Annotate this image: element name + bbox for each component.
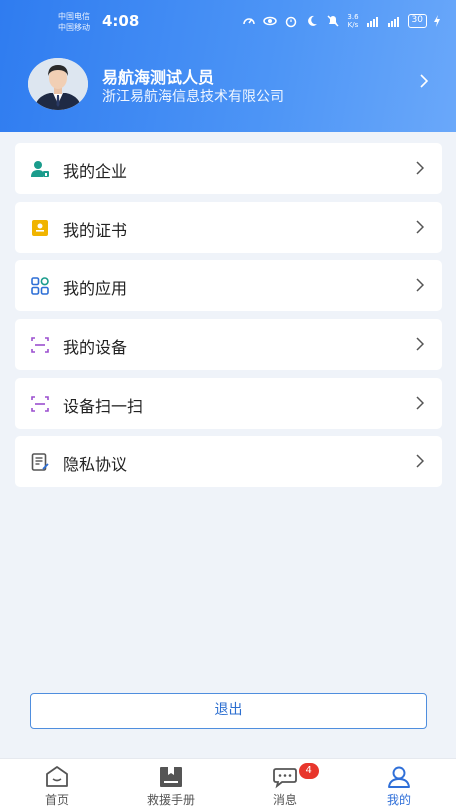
eye-icon [263, 16, 278, 26]
menu-label: 我的设备 [63, 338, 128, 358]
chevron-right-icon [416, 454, 424, 468]
net-speed: 3.6 K/s [347, 13, 359, 29]
chevron-right-icon [416, 278, 424, 292]
clock: 4:08 [102, 12, 140, 30]
unread-badge: 4 [298, 763, 319, 779]
carrier-2: 中国移动 [58, 23, 90, 32]
chevron-right-icon [416, 161, 424, 175]
mute-bell-icon [327, 15, 339, 27]
manual-icon [160, 767, 182, 787]
menu-list: 我的企业 我的证书 我的应用 我的设备 设备扫一扫 隐私协议 [15, 143, 442, 495]
profile-card[interactable]: 易航海测试人员 浙江易航海信息技术有限公司 [28, 58, 456, 110]
menu-item-devices[interactable]: 我的设备 [15, 319, 442, 371]
user-name: 易航海测试人员 [102, 68, 215, 87]
menu-label: 设备扫一扫 [63, 396, 144, 416]
chevron-right-icon [416, 396, 424, 410]
menu-label: 我的应用 [63, 279, 128, 299]
message-icon [273, 768, 297, 789]
avatar-image [28, 58, 88, 110]
status-icons: 3.6 K/s 30 [242, 13, 440, 29]
alarm-icon [286, 16, 297, 28]
profile-header: 中国电信 中国移动 4:08 3.6 K/s 30 易航海测试人员 浙江易航海信… [0, 0, 456, 132]
signal-icon [387, 17, 399, 27]
speedometer-icon [243, 18, 256, 25]
chevron-right-icon [416, 220, 424, 234]
carrier-1: 中国电信 [58, 12, 90, 21]
menu-label: 我的企业 [63, 162, 128, 181]
tab-messages[interactable]: 4 消息 [228, 759, 342, 810]
tab-label: 我的 [386, 793, 411, 807]
company-name: 浙江易航海信息技术有限公司 [102, 89, 284, 105]
menu-label: 隐私协议 [63, 455, 128, 475]
battery-indicator: 30 [407, 14, 427, 28]
tab-manual[interactable]: 救援手册 [114, 759, 228, 810]
device-icon [31, 337, 49, 353]
menu-item-privacy[interactable]: 隐私协议 [15, 436, 442, 488]
bottom-tab-bar: 首页 救援手册 4 消息 我的 [0, 758, 456, 810]
moon-icon [308, 15, 318, 26]
menu-label: 我的证书 [63, 220, 128, 240]
avatar[interactable] [28, 58, 88, 110]
chevron-right-icon [416, 337, 424, 351]
chevron-right-icon[interactable] [420, 74, 428, 88]
document-icon [31, 453, 49, 472]
enterprise-icon [31, 161, 49, 177]
menu-item-enterprise[interactable]: 我的企业 [15, 143, 442, 194]
charging-icon [434, 15, 440, 27]
signal-icon [366, 17, 378, 27]
tab-profile[interactable]: 我的 [342, 759, 456, 810]
carrier-info: 中国电信 中国移动 [58, 11, 90, 33]
tab-label: 首页 [44, 793, 69, 807]
home-icon [46, 766, 68, 787]
menu-item-apps[interactable]: 我的应用 [15, 260, 442, 312]
tab-label: 消息 [272, 793, 297, 807]
menu-item-certificate[interactable]: 我的证书 [15, 201, 442, 253]
tab-home[interactable]: 首页 [0, 759, 114, 810]
scan-icon [31, 395, 49, 412]
certificate-icon [32, 219, 48, 236]
menu-item-scan[interactable]: 设备扫一扫 [15, 377, 442, 429]
tab-label: 救援手册 [146, 793, 195, 807]
status-bar: 中国电信 中国移动 4:08 3.6 K/s 30 [0, 0, 456, 44]
logout-button[interactable]: 退出 [30, 693, 427, 729]
profile-icon [388, 766, 410, 788]
apps-icon [31, 277, 49, 296]
